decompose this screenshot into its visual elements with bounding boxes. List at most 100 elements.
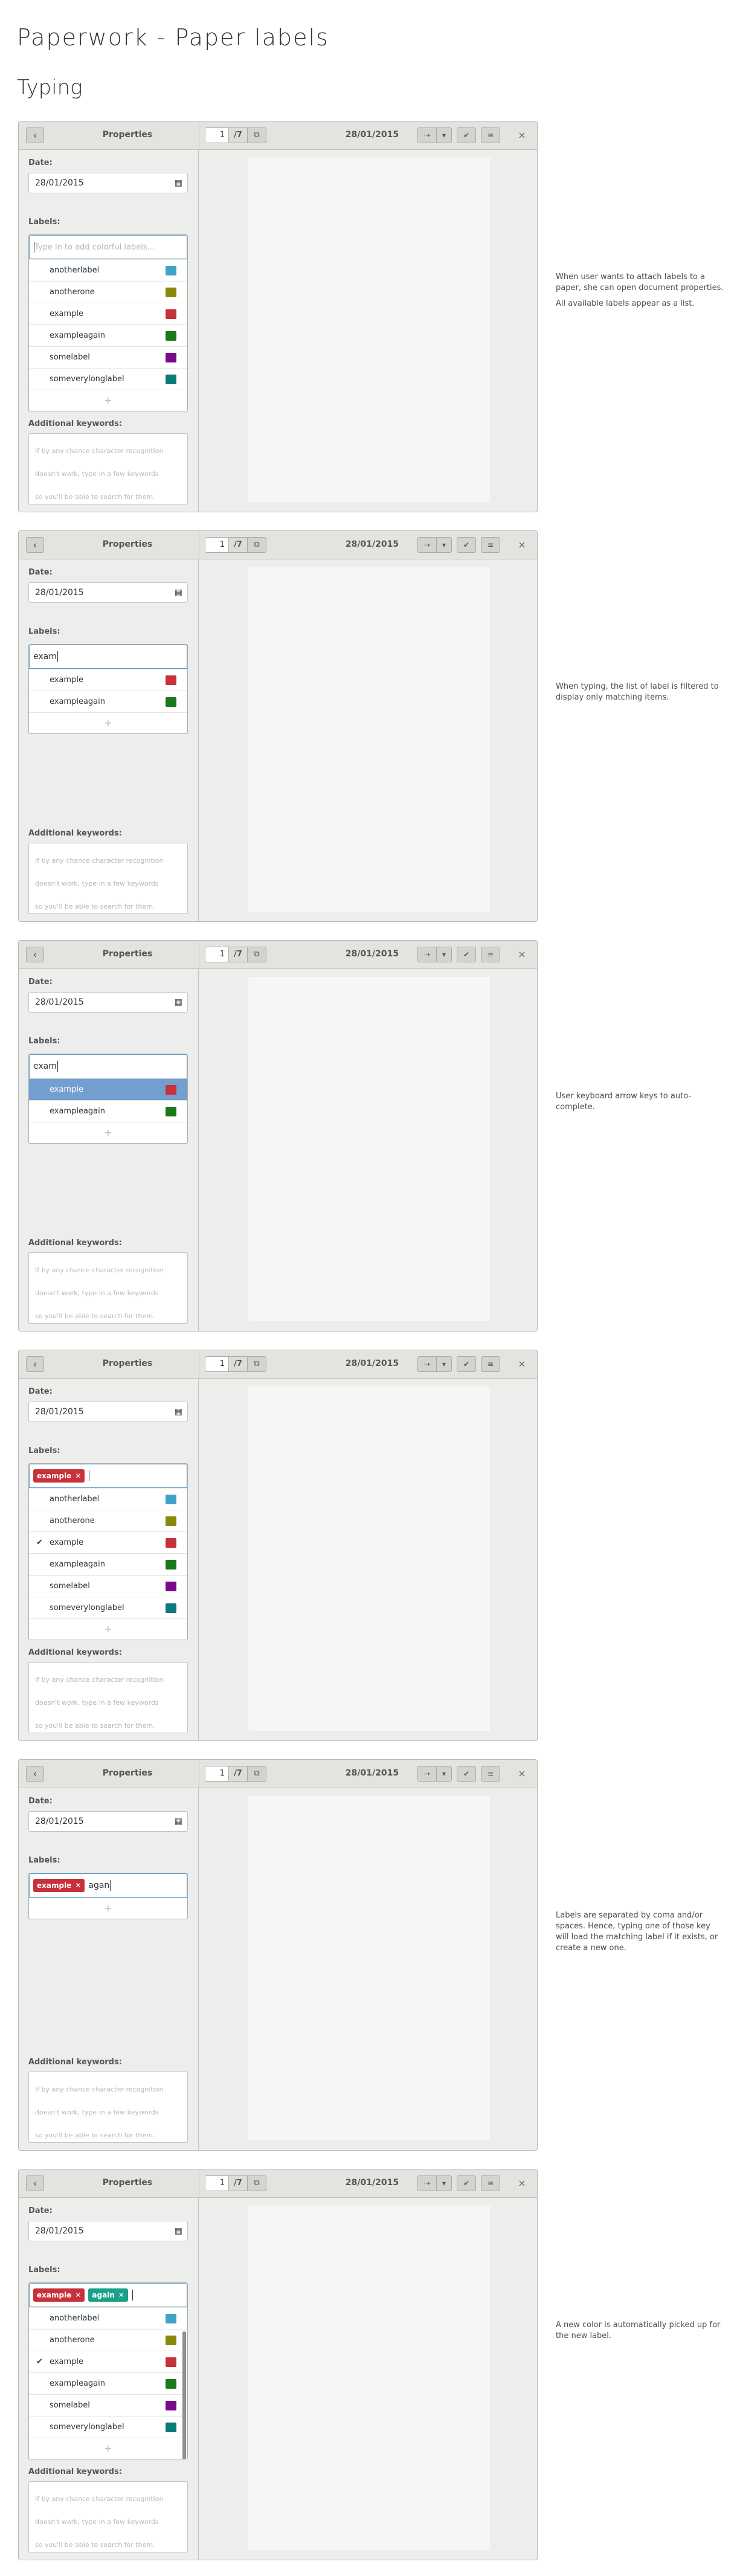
copy-page-button[interactable]: ⧉ — [247, 1766, 266, 1782]
labels-input[interactable]: example ✕ again ✕ — [29, 2283, 187, 2307]
menu-button[interactable]: ≡ — [481, 1766, 500, 1782]
close-button[interactable]: × — [515, 129, 529, 141]
remove-tag-icon[interactable]: ✕ — [75, 1472, 81, 1480]
label-list-item[interactable]: anotherlabel — [29, 2307, 187, 2329]
add-label-button[interactable]: + — [29, 712, 187, 733]
page-number-input[interactable]: 1 — [205, 1766, 229, 1782]
date-field[interactable]: 28/01/2015 ▦ — [28, 582, 188, 603]
close-button[interactable]: × — [515, 948, 529, 961]
page-preview[interactable] — [248, 567, 490, 912]
menu-button[interactable]: ≡ — [481, 537, 500, 553]
keywords-input[interactable]: If by any chance character recognition do… — [28, 1252, 188, 1324]
close-button[interactable]: × — [515, 539, 529, 551]
export-menu-button[interactable]: ▾ — [436, 537, 452, 553]
copy-page-button[interactable]: ⧉ — [247, 947, 266, 962]
remove-tag-icon[interactable]: ✕ — [75, 1881, 81, 1890]
date-field[interactable]: 28/01/2015 ▦ — [28, 1811, 188, 1832]
labels-input[interactable]: Type in to add colorful labels... — [29, 235, 187, 259]
page-number-input[interactable]: 1 — [205, 537, 229, 553]
label-list-item[interactable]: exampleagain — [29, 1100, 187, 1122]
export-menu-button[interactable]: ▾ — [436, 1356, 452, 1372]
label-tag[interactable]: example ✕ — [33, 1469, 85, 1483]
label-list-item[interactable]: ✔ example — [29, 2351, 187, 2372]
labels-input[interactable]: exam — [29, 1054, 187, 1078]
page-preview[interactable] — [248, 1796, 490, 2140]
add-label-button[interactable]: + — [29, 1122, 187, 1143]
calendar-icon[interactable]: ▦ — [175, 173, 182, 193]
keywords-input[interactable]: If by any chance character recognition do… — [28, 843, 188, 914]
apply-button[interactable]: ✔ — [457, 1766, 476, 1782]
label-list-item[interactable]: ✔ example — [29, 1531, 187, 1553]
export-button[interactable]: ⇢ — [417, 127, 437, 143]
label-list-item[interactable]: exampleagain — [29, 324, 187, 346]
back-button[interactable]: ‹ — [26, 1766, 44, 1782]
page-preview[interactable] — [248, 977, 490, 1321]
keywords-input[interactable]: If by any chance character recognition do… — [28, 2072, 188, 2143]
label-list-item[interactable]: someverylonglabel — [29, 368, 187, 390]
label-tag[interactable]: again ✕ — [88, 2288, 128, 2302]
page-preview[interactable] — [248, 1386, 490, 1731]
keywords-input[interactable]: If by any chance character recognition do… — [28, 433, 188, 504]
date-field[interactable]: 28/01/2015 ▦ — [28, 2221, 188, 2241]
keywords-input[interactable]: If by any chance character recognition do… — [28, 2481, 188, 2552]
export-button[interactable]: ⇢ — [417, 1356, 437, 1372]
back-button[interactable]: ‹ — [26, 947, 44, 962]
add-label-button[interactable]: + — [29, 390, 187, 411]
label-list-item[interactable]: somelabel — [29, 2394, 187, 2416]
export-button[interactable]: ⇢ — [417, 2175, 437, 2191]
label-list-item[interactable]: exampleagain — [29, 691, 187, 712]
page-number-input[interactable]: 1 — [205, 2175, 229, 2191]
label-list-item[interactable]: anotherlabel — [29, 259, 187, 281]
back-button[interactable]: ‹ — [26, 2175, 44, 2191]
close-button[interactable]: × — [515, 2177, 529, 2189]
page-number-input[interactable]: 1 — [205, 947, 229, 962]
label-tag[interactable]: example ✕ — [33, 1879, 85, 1892]
calendar-icon[interactable]: ▦ — [175, 1402, 182, 1422]
apply-button[interactable]: ✔ — [457, 537, 476, 553]
menu-button[interactable]: ≡ — [481, 947, 500, 962]
date-field[interactable]: 28/01/2015 ▦ — [28, 1402, 188, 1422]
labels-input[interactable]: exam — [29, 645, 187, 669]
add-label-button[interactable]: + — [29, 1618, 187, 1640]
back-button[interactable]: ‹ — [26, 1356, 44, 1372]
copy-page-button[interactable]: ⧉ — [247, 1356, 266, 1372]
copy-page-button[interactable]: ⧉ — [247, 2175, 266, 2191]
label-list-item[interactable]: example — [29, 1078, 187, 1100]
page-preview[interactable] — [248, 2206, 490, 2550]
menu-button[interactable]: ≡ — [481, 1356, 500, 1372]
calendar-icon[interactable]: ▦ — [175, 2221, 182, 2241]
remove-tag-icon[interactable]: ✕ — [118, 2291, 124, 2299]
export-button[interactable]: ⇢ — [417, 947, 437, 962]
copy-page-button[interactable]: ⧉ — [247, 127, 266, 143]
label-list-item[interactable]: anotherlabel — [29, 1488, 187, 1510]
label-list-item[interactable]: anotherone — [29, 281, 187, 303]
menu-button[interactable]: ≡ — [481, 2175, 500, 2191]
page-preview[interactable] — [248, 158, 490, 502]
apply-button[interactable]: ✔ — [457, 1356, 476, 1372]
apply-button[interactable]: ✔ — [457, 2175, 476, 2191]
labels-input[interactable]: example ✕ agan — [29, 1873, 187, 1898]
date-field[interactable]: 28/01/2015 ▦ — [28, 173, 188, 193]
label-list-item[interactable]: someverylonglabel — [29, 1597, 187, 1618]
export-menu-button[interactable]: ▾ — [436, 947, 452, 962]
label-list-item[interactable]: example — [29, 303, 187, 324]
page-number-input[interactable]: 1 — [205, 127, 229, 143]
add-label-button[interactable]: + — [29, 1898, 187, 1919]
label-list-item[interactable]: exampleagain — [29, 1553, 187, 1575]
back-button[interactable]: ‹ — [26, 127, 44, 143]
label-list-item[interactable]: anotherone — [29, 1510, 187, 1531]
label-list-item[interactable]: anotherone — [29, 2329, 187, 2351]
export-menu-button[interactable]: ▾ — [436, 127, 452, 143]
calendar-icon[interactable]: ▦ — [175, 1812, 182, 1831]
label-list-item[interactable]: example — [29, 669, 187, 691]
export-menu-button[interactable]: ▾ — [436, 2175, 452, 2191]
apply-button[interactable]: ✔ — [457, 947, 476, 962]
label-list-item[interactable]: someverylonglabel — [29, 2416, 187, 2438]
label-list-item[interactable]: somelabel — [29, 346, 187, 368]
apply-button[interactable]: ✔ — [457, 127, 476, 143]
label-tag[interactable]: example ✕ — [33, 2288, 85, 2302]
close-button[interactable]: × — [515, 1768, 529, 1780]
back-button[interactable]: ‹ — [26, 537, 44, 553]
menu-button[interactable]: ≡ — [481, 127, 500, 143]
calendar-icon[interactable]: ▦ — [175, 993, 182, 1012]
